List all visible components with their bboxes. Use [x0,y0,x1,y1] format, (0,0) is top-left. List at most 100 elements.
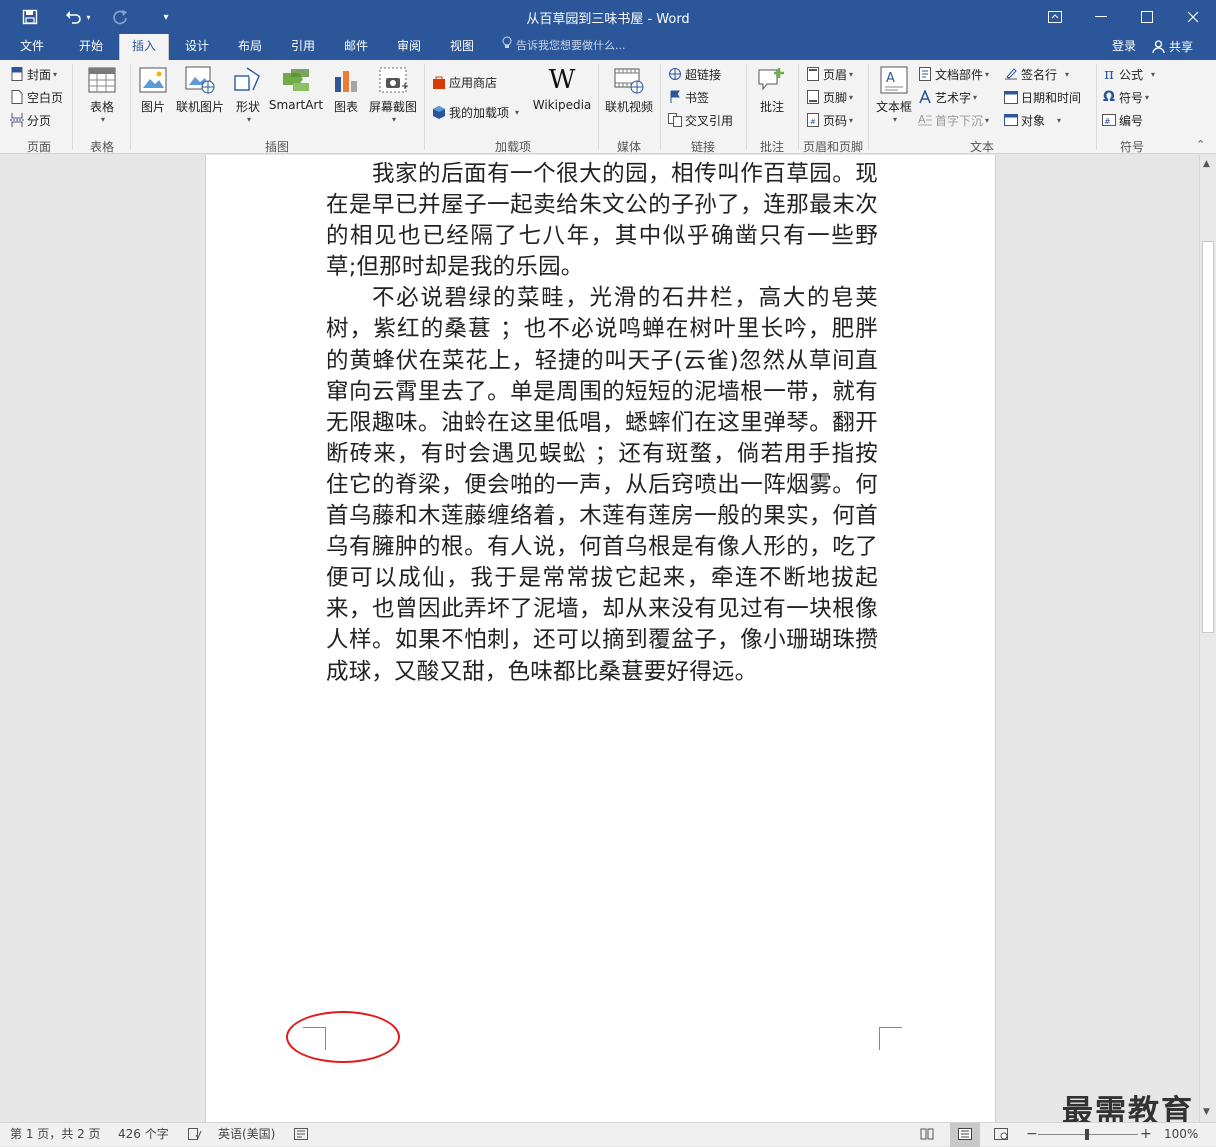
zoom-in-button[interactable]: + [1140,1123,1152,1147]
equation-button[interactable]: π 公式 ▾ [1102,64,1155,84]
cross-reference-icon [668,113,682,127]
smartart-button[interactable]: SmartArt [268,64,324,112]
margin-corner-mark-right [879,1027,902,1050]
screenshot-label: 屏幕截图 [368,100,417,114]
header-label: 页眉 [823,67,848,82]
paragraph: 不必说碧绿的菜畦，光滑的石井栏，高大的皂荚树，紫红的桑葚 ；也不必说鸣蝉在树叶里… [326,283,878,687]
web-layout-icon[interactable] [994,1123,1008,1147]
header-button[interactable]: 页眉 ▾ [806,64,853,84]
screenshot-button[interactable]: 屏幕截图 ▾ [366,64,420,124]
textbox-button[interactable]: A 文本框 ▾ [872,64,916,124]
store-icon [432,75,446,89]
tab-design[interactable]: 设计 [172,34,222,60]
collapse-ribbon-icon[interactable]: ⌃ [1196,138,1205,151]
cover-page-button[interactable]: 封面 ▾ [10,64,57,84]
page-break-button[interactable]: 分页 [10,110,51,130]
page-number-button[interactable]: # 页码 ▾ [806,110,853,130]
online-video-button[interactable]: 联机视频 [602,64,656,115]
bookmark-button[interactable]: 书签 [668,87,709,107]
blank-page-button[interactable]: 空白页 [10,87,63,107]
minimize-button[interactable] [1078,0,1124,34]
paragraph: 我家的后面有一个很大的园，相传叫作百草园。现在是早已并屋子一起卖给朱文公的子孙了… [326,159,878,283]
separator [798,64,799,150]
tab-references[interactable]: 引用 [278,34,328,60]
quick-parts-button[interactable]: 文档部件 ▾ [918,64,989,84]
zoom-slider-thumb[interactable] [1085,1129,1089,1140]
zoom-slider[interactable] [1038,1123,1138,1147]
signature-line-button[interactable]: 签名行 ▾ [1004,64,1069,84]
tell-me-text: 告诉我您想要做什么... [516,39,626,52]
scroll-thumb[interactable] [1202,241,1214,633]
person-icon [1152,40,1165,54]
shapes-button[interactable]: 形状 ▾ [230,64,266,124]
lightbulb-icon [502,34,516,58]
tab-file[interactable]: 文件 [10,34,54,60]
cross-reference-button[interactable]: 交叉引用 [668,110,733,130]
group-label-addins: 加载项 [494,140,531,154]
chart-label: 图表 [333,100,358,114]
separator [746,64,747,150]
symbol-button[interactable]: Ω 符号 ▾ [1102,87,1149,107]
object-button[interactable]: 对象 ▾ [1004,110,1061,130]
footer-button[interactable]: 页脚 ▾ [806,87,853,107]
store-button[interactable]: 应用商店 [432,72,497,92]
page-break-label: 分页 [27,113,52,128]
page-count[interactable]: 第 1 页，共 2 页 [10,1123,101,1147]
chart-button[interactable]: 图表 [328,64,364,115]
footer-label: 页脚 [823,90,848,105]
smartart-label: SmartArt [268,98,324,112]
table-button[interactable]: 表格 ▾ [78,64,126,124]
hyperlink-label: 超链接 [685,67,722,82]
word-count[interactable]: 426 个字 [118,1123,169,1147]
comment-button[interactable]: 批注 [752,64,792,115]
login-link[interactable]: 登录 [1112,34,1136,60]
object-icon [1004,113,1018,127]
vertical-scrollbar[interactable]: ▲ ▼ [1199,155,1216,1122]
ribbon-display-options-icon[interactable] [1032,0,1078,34]
title-bar: ▾ ▾ 从百草园到三味书屋 - Word [0,0,1216,34]
document-body[interactable]: 我家的后面有一个很大的园，相传叫作百草园。现在是早已并屋子一起卖给朱文公的子孙了… [326,159,878,688]
tell-me-search[interactable]: 告诉我您想要做什么... [502,34,626,60]
maximize-button[interactable] [1124,0,1170,34]
cover-page-label: 封面 [27,67,52,82]
comment-icon [756,64,788,96]
quick-parts-icon [918,67,932,81]
store-label: 应用商店 [449,75,498,90]
scroll-up-icon[interactable]: ▲ [1203,159,1210,169]
separator [424,64,425,150]
dropcap-button[interactable]: A 首字下沉 ▾ [918,110,989,130]
page-break-icon [10,113,24,127]
tab-mailings[interactable]: 邮件 [331,34,381,60]
zoom-level[interactable]: 100% [1164,1123,1198,1147]
macro-recording-icon[interactable] [294,1123,308,1147]
online-picture-button[interactable]: 联机图片 [172,64,228,115]
wordart-button[interactable]: 艺术字 ▾ [918,87,977,107]
tab-layout[interactable]: 布局 [225,34,275,60]
tab-insert[interactable]: 插入 [119,34,169,61]
language-status[interactable]: 英语(美国) [218,1123,275,1147]
tab-view[interactable]: 视图 [437,34,487,60]
hyperlink-button[interactable]: 超链接 [668,64,721,84]
wordart-icon [918,90,932,104]
read-mode-icon[interactable] [920,1123,934,1147]
share-button[interactable]: 共享 [1152,34,1193,60]
blank-page-icon [10,90,24,104]
close-button[interactable] [1170,0,1216,34]
tab-home[interactable]: 开始 [66,34,116,60]
wikipedia-button[interactable]: W Wikipedia [530,64,594,112]
proofing-icon[interactable] [188,1123,202,1147]
tab-review[interactable]: 审阅 [384,34,434,60]
my-addins-button[interactable]: 我的加载项 ▾ [432,102,519,122]
zoom-out-button[interactable]: − [1026,1123,1038,1147]
print-layout-icon[interactable] [950,1123,980,1147]
shapes-label: 形状 [235,100,260,114]
picture-button[interactable]: 图片 [134,64,172,115]
document-page[interactable]: 我家的后面有一个很大的园，相传叫作百草园。现在是早已并屋子一起卖给朱文公的子孙了… [205,155,996,1122]
pi-icon: π [1104,65,1114,83]
document-area[interactable]: 我家的后面有一个很大的园，相传叫作百草园。现在是早已并屋子一起卖给朱文公的子孙了… [0,155,1199,1122]
ribbon-insert: 封面 ▾ 空白页 分页 页面 表格 ▾ 表格 图片 联机图片 形状 ▾ SmartAr… [0,60,1216,154]
scroll-down-icon[interactable]: ▼ [1203,1107,1210,1117]
numbering-button[interactable]: # 编号 [1102,110,1143,130]
date-time-button[interactable]: 日期和时间 [1004,87,1081,107]
ribbon-tabs: 文件 开始 插入 设计 布局 引用 邮件 审阅 视图 告诉我您想要做什么... … [0,34,1216,61]
